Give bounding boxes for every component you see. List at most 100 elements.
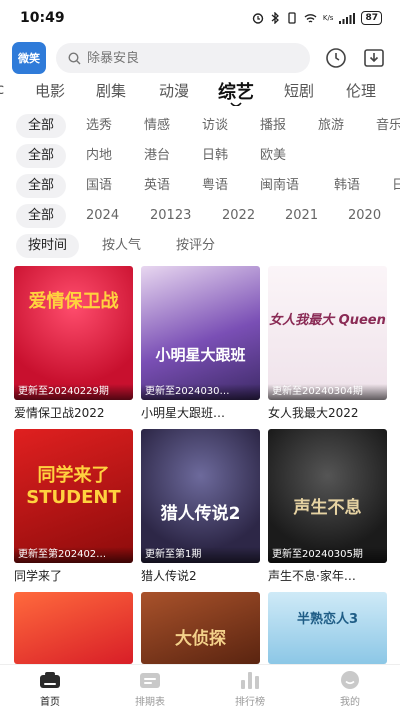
filter-row-region: 全部 内地 港台 日韩 欧美: [0, 144, 400, 170]
content-card[interactable]: 女人我最大 Queen 更新至20240304期 女人我最大2022: [268, 266, 387, 421]
nav-profile[interactable]: 我的: [300, 665, 400, 711]
filter-language-item[interactable]: 国语: [86, 174, 112, 198]
bar-chart-icon: [238, 669, 262, 691]
card-title: 女人我最大2022: [268, 406, 359, 420]
poster-title-art: 同学来了 STUDENT: [26, 465, 121, 509]
filter-region-item[interactable]: 日韩: [202, 144, 228, 168]
filter-row-sort: 按时间 按人气 按评分: [0, 234, 400, 260]
signal-icon: [339, 12, 356, 24]
nav-ranking[interactable]: 排行榜: [200, 665, 300, 711]
filter-language-item[interactable]: 闽南语: [260, 174, 299, 198]
filter-region-item[interactable]: 欧美: [260, 144, 286, 168]
filter-year-all[interactable]: 全部: [16, 204, 67, 228]
filter-row-year: 全部 2024 20123 2022 2021 2020: [0, 204, 400, 230]
nav-home-label: 首页: [40, 696, 60, 708]
active-tab-indicator: [230, 102, 242, 106]
filter-language-item[interactable]: 粤语: [202, 174, 228, 198]
update-badge: 更新至第202402…: [14, 547, 133, 563]
download-button[interactable]: [362, 46, 386, 70]
tab-variety[interactable]: 综艺: [218, 78, 254, 104]
poster-title-art: 猎人传说2: [160, 503, 241, 524]
smile-face-icon: [338, 669, 362, 691]
filter-type-all[interactable]: 全部: [16, 114, 67, 138]
history-button[interactable]: [324, 46, 348, 70]
filter-language-all[interactable]: 全部: [16, 174, 67, 198]
tab-partial[interactable]: c: [0, 80, 4, 98]
bottom-nav: 首页 排期表 排行榜 我的: [0, 664, 400, 711]
filter-language-item[interactable]: 英语: [144, 174, 170, 198]
vibrate-icon: [286, 12, 298, 24]
search-input[interactable]: [87, 50, 287, 66]
filter-row-type: 全部 选秀 情感 访谈 播报 旅游 音乐: [0, 114, 400, 140]
poster-image: [14, 592, 133, 664]
wifi-icon: [304, 13, 317, 24]
card-title: 猎人传说2: [141, 569, 197, 583]
content-card[interactable]: 爱情保卫战 更新至20240229期 爱情保卫战2022: [14, 266, 133, 421]
poster-image: 同学来了 STUDENT 更新至第202402…: [14, 429, 133, 563]
card-title: 小明星大跟班…: [141, 406, 226, 420]
category-tabs: c 电影 剧集 动漫 综艺 短剧 伦理: [0, 76, 400, 106]
filter-type-item[interactable]: 访谈: [202, 114, 228, 138]
filter-language-item[interactable]: 日: [392, 174, 400, 198]
card-title: 同学来了: [14, 569, 63, 583]
bluetooth-icon: [270, 12, 280, 24]
nav-schedule[interactable]: 排期表: [100, 665, 200, 711]
sort-by-rating[interactable]: 按评分: [176, 234, 215, 258]
filter-type-item[interactable]: 选秀: [86, 114, 112, 138]
status-time: 10:49: [20, 10, 65, 26]
poster-image: 爱情保卫战 更新至20240229期: [14, 266, 133, 400]
tab-anime[interactable]: 动漫: [159, 80, 189, 101]
filter-row-language: 全部 国语 英语 粤语 闽南语 韩语 日: [0, 174, 400, 200]
clock-icon: [326, 48, 346, 68]
poster-title-art: 半熟恋人3: [296, 611, 359, 627]
nav-home[interactable]: 首页: [0, 665, 100, 711]
tab-ethics[interactable]: 伦理: [346, 80, 376, 101]
update-badge: 更新至20240229期: [14, 384, 133, 400]
tab-short-drama[interactable]: 短剧: [284, 80, 314, 101]
status-bar: 10:49 K/s 87: [0, 0, 400, 36]
content-card[interactable]: 声生不息 更新至20240305期 声生不息·家年…: [268, 429, 387, 584]
card-title: 声生不息·家年…: [268, 569, 356, 583]
poster-image: 小明星大跟班 更新至2024030…: [141, 266, 260, 400]
network-speed: K/s: [322, 14, 334, 22]
update-badge: 更新至20240304期: [268, 384, 387, 400]
tab-movie[interactable]: 电影: [35, 80, 65, 101]
content-card[interactable]: 猎人传说2 更新至第1期 猎人传说2: [141, 429, 260, 584]
poster-image: 女人我最大 Queen 更新至20240304期: [268, 266, 387, 400]
filter-type-item[interactable]: 旅游: [318, 114, 344, 138]
content-card[interactable]: 同学来了 STUDENT 更新至第202402… 同学来了: [14, 429, 133, 584]
content-card[interactable]: 小明星大跟班 更新至2024030… 小明星大跟班…: [141, 266, 260, 421]
content-card[interactable]: [14, 592, 133, 664]
poster-title-art: 女人我最大 Queen: [269, 312, 386, 328]
update-badge: 更新至第1期: [141, 547, 260, 563]
poster-title-art: 大侦探: [175, 629, 226, 650]
content-card[interactable]: 大侦探: [141, 592, 260, 664]
filter-region-item[interactable]: 内地: [86, 144, 112, 168]
content-card[interactable]: 半熟恋人3: [268, 592, 387, 664]
filter-region-all[interactable]: 全部: [16, 144, 67, 168]
sort-by-popularity[interactable]: 按人气: [102, 234, 141, 258]
filter-region-item[interactable]: 港台: [144, 144, 170, 168]
filter-type-item[interactable]: 播报: [260, 114, 286, 138]
filter-year-item[interactable]: 2022: [222, 204, 255, 228]
filter-year-item[interactable]: 2020: [348, 204, 381, 228]
filter-type-item[interactable]: 音乐: [376, 114, 400, 138]
poster-title-art: 声生不息: [293, 498, 362, 519]
poster-image: 大侦探: [141, 592, 260, 664]
battery-indicator: 87: [361, 11, 382, 25]
tab-series[interactable]: 剧集: [96, 80, 126, 101]
poster-title-art: 爱情保卫战: [28, 291, 119, 313]
status-icons: K/s 87: [252, 11, 382, 25]
filter-type-item[interactable]: 情感: [144, 114, 170, 138]
home-icon: [38, 669, 62, 691]
alarm-icon: [252, 12, 264, 24]
filter-year-item[interactable]: 2024: [86, 204, 119, 228]
calendar-icon: [138, 669, 162, 691]
sort-by-time[interactable]: 按时间: [16, 234, 80, 258]
poster-image: 猎人传说2 更新至第1期: [141, 429, 260, 563]
filter-year-item[interactable]: 2021: [285, 204, 318, 228]
filter-language-item[interactable]: 韩语: [334, 174, 360, 198]
download-icon: [364, 49, 384, 67]
search-bar[interactable]: [56, 43, 310, 73]
filter-year-item[interactable]: 20123: [150, 204, 191, 228]
